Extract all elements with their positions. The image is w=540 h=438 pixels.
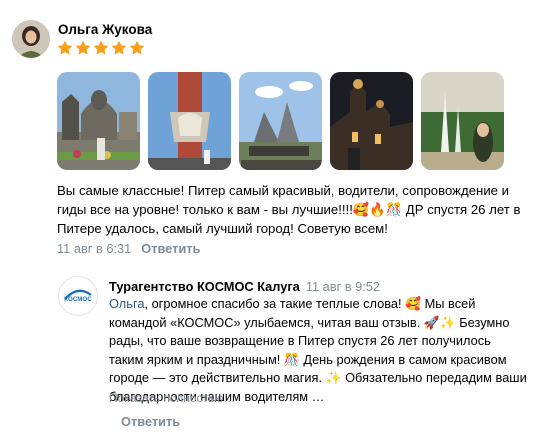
review-meta: 11 авг в 6:31 Ответить bbox=[57, 241, 200, 256]
review-photo-3[interactable] bbox=[239, 72, 322, 170]
company-avatar[interactable]: КОСМОС bbox=[58, 276, 98, 316]
star-icon bbox=[130, 41, 144, 55]
company-reply-button[interactable]: Ответить bbox=[121, 414, 180, 429]
rating-stars bbox=[57, 40, 145, 56]
company-reply-header: Турагентство КОСМОС Калуга 11 авг в 9:52 bbox=[109, 279, 380, 294]
company-reply-body: , огромное спасибо за такие теплые слова… bbox=[109, 296, 527, 404]
reviewer-avatar[interactable] bbox=[12, 20, 50, 58]
star-icon bbox=[112, 41, 126, 55]
company-logo-text: КОСМОС bbox=[64, 296, 92, 303]
company-reply-text: Ольга, огромное спасибо за такие теплые … bbox=[109, 295, 527, 407]
star-icon bbox=[94, 41, 108, 55]
star-icon bbox=[58, 41, 72, 55]
review-date[interactable]: 11 авг в 6:31 bbox=[57, 241, 131, 256]
review-text: Вы самые классные! Питер самый красивый,… bbox=[57, 183, 521, 236]
reply-button[interactable]: Ответить bbox=[141, 241, 200, 256]
show-more-link[interactable]: Показать полностью… bbox=[109, 391, 235, 405]
review-photo-1[interactable] bbox=[57, 72, 140, 170]
review-photo-2[interactable] bbox=[148, 72, 231, 170]
photo-gallery bbox=[57, 72, 504, 170]
mention-link[interactable]: Ольга bbox=[109, 296, 144, 311]
review-photo-4[interactable] bbox=[330, 72, 413, 170]
reviewer-name[interactable]: Ольга Жукова bbox=[58, 22, 152, 37]
company-name[interactable]: Турагентство КОСМОС Калуга bbox=[109, 279, 300, 294]
review-photo-5[interactable] bbox=[421, 72, 504, 170]
company-reply-date[interactable]: 11 авг в 9:52 bbox=[306, 279, 380, 294]
star-icon bbox=[76, 41, 90, 55]
